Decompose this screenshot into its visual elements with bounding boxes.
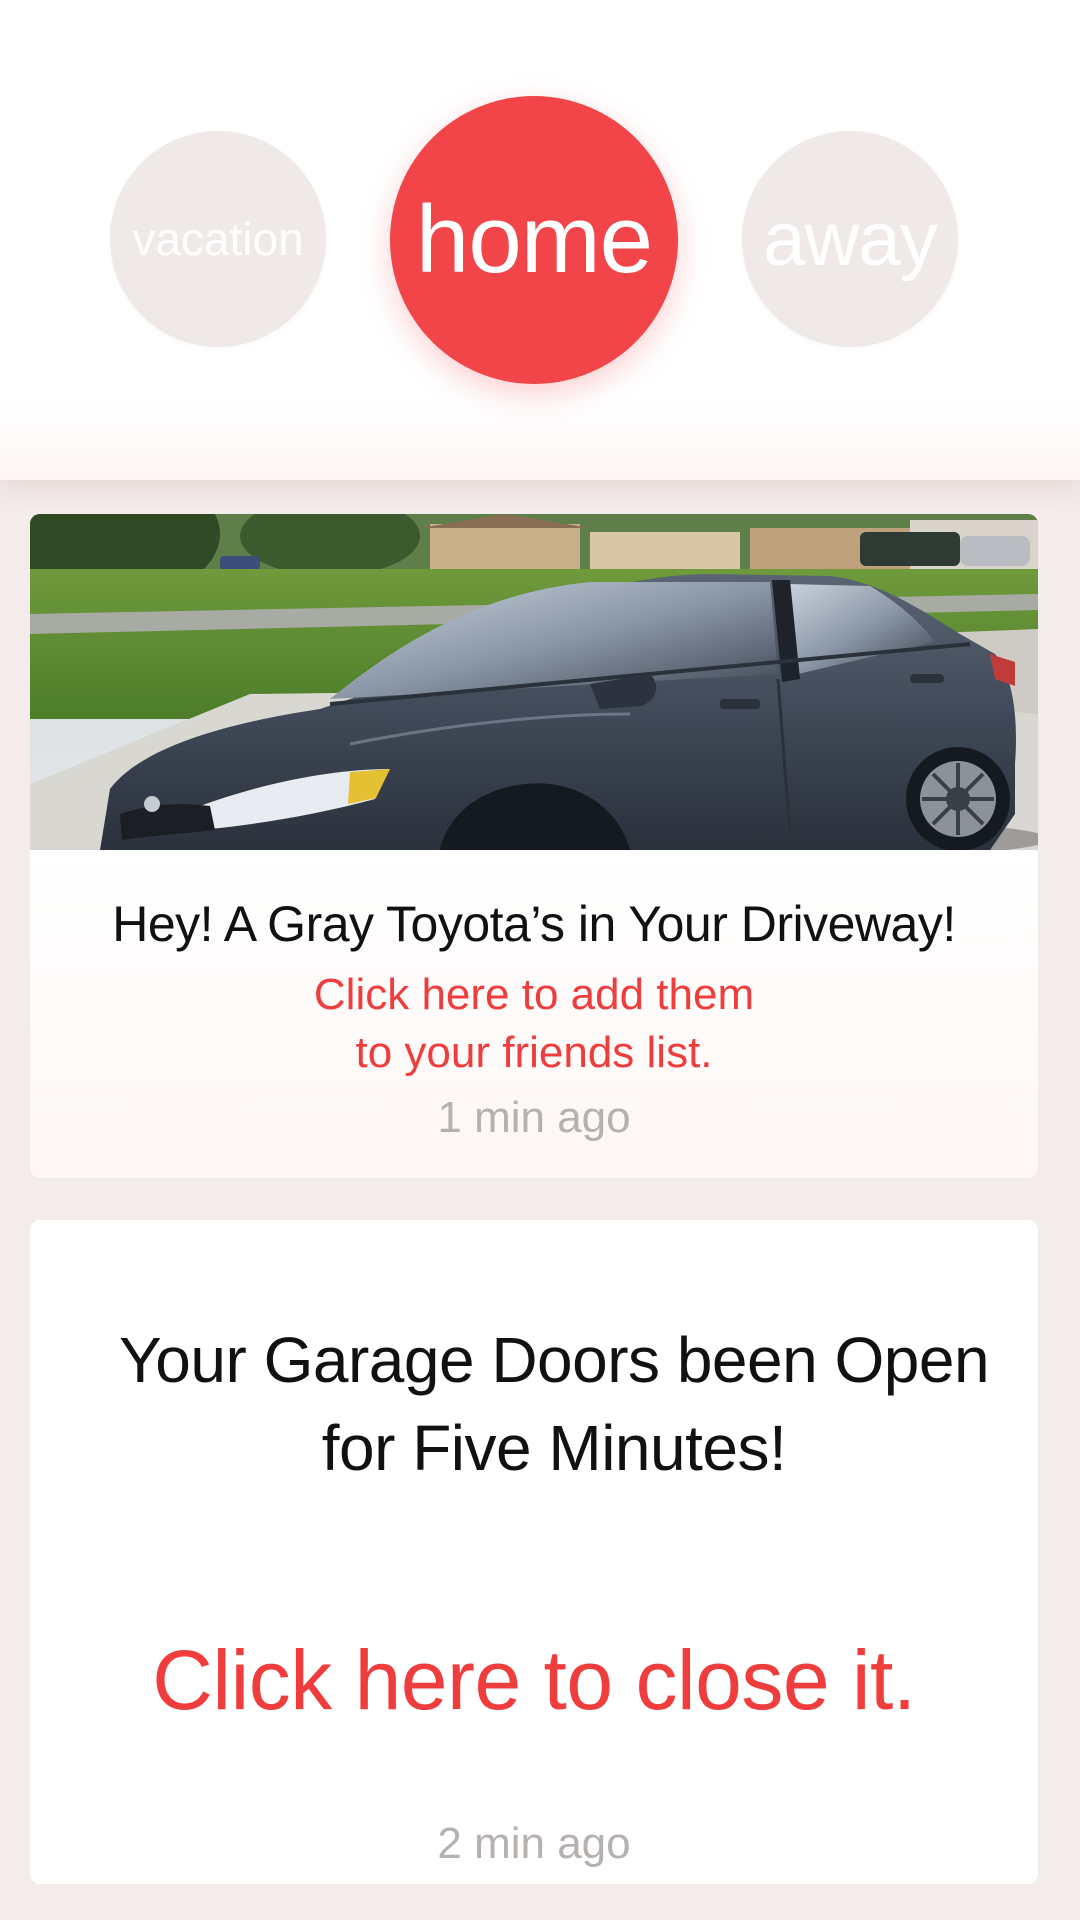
notification-timestamp: 2 min ago — [437, 1819, 631, 1868]
notification-card-garage: Your Garage Doors been Open for Five Min… — [30, 1220, 1038, 1884]
add-friend-link-line2[interactable]: to your friends list. — [30, 1024, 1038, 1082]
notification-title: Your Garage Doors been Open for Five Min… — [70, 1316, 1038, 1492]
notification-body: Hey! A Gray Toyota’s in Your Driveway! C… — [30, 850, 1038, 1178]
car-photo — [30, 514, 1038, 850]
home-mode-button[interactable]: home — [390, 96, 678, 384]
add-friend-link[interactable]: Click here to add them to your friends l… — [30, 966, 1038, 1082]
notification-timestamp: 1 min ago — [437, 1093, 631, 1142]
vacation-mode-button[interactable]: vacation — [110, 131, 326, 347]
notification-card-driveway: Hey! A Gray Toyota’s in Your Driveway! C… — [30, 514, 1038, 1178]
notification-title-line1: Your Garage Doors been Open — [118, 1324, 990, 1396]
close-garage-link[interactable]: Click here to close it. — [30, 1630, 1038, 1730]
notification-title: Hey! A Gray Toyota’s in Your Driveway! — [112, 896, 956, 952]
add-friend-link-line1[interactable]: Click here to add them — [30, 966, 1038, 1024]
mode-selector-header: vacation home away — [0, 0, 1080, 480]
notification-title-line2: for Five Minutes! — [321, 1412, 787, 1484]
away-mode-button[interactable]: away — [742, 131, 958, 347]
